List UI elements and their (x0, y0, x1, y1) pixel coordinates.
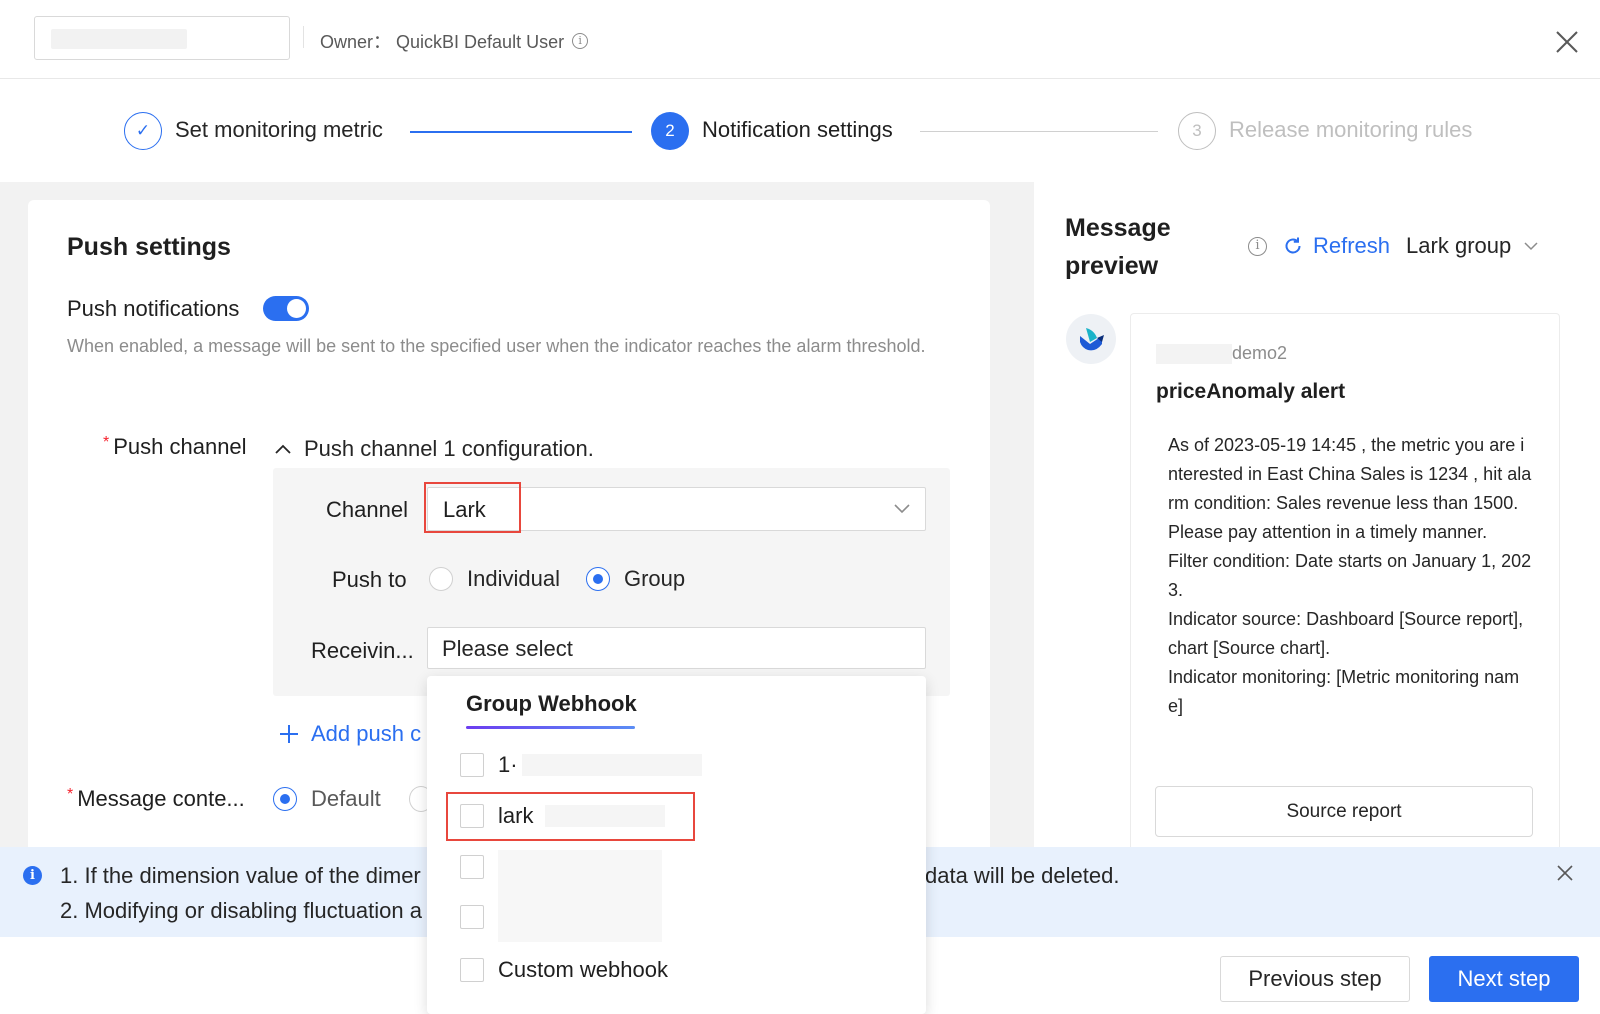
message-content-radio-default[interactable]: Default (273, 786, 381, 812)
notice-line-1-end: data will be deleted. (925, 863, 1120, 888)
push-channel-config-label: Push channel 1 configuration. (304, 436, 594, 461)
step-connector-2 (920, 131, 1158, 132)
message-content-label: * Message conte... (67, 786, 245, 812)
stepper: ✓ Set monitoring metric 2 Notification s… (0, 80, 1600, 182)
notice-line-2: 2. Modifying or disabling fluctuation a (60, 898, 422, 923)
dropdown-item-label: Custom webhook (498, 957, 668, 982)
dialog-header: Owner： QuickBI Default User i (0, 0, 1600, 79)
preview-channel-select[interactable]: Lark group (1406, 233, 1511, 259)
lark-logo-icon (1080, 328, 1104, 351)
receiving-label: Receivin... (311, 638, 414, 663)
radio-default[interactable] (273, 787, 297, 811)
step-3-number: 3 (1178, 112, 1216, 150)
push-settings-title: Push settings (67, 233, 231, 261)
chevron-down-icon (894, 504, 910, 514)
message-preview-title: Message preview (1065, 214, 1171, 280)
dropdown-item[interactable] (460, 855, 498, 879)
receiving-select[interactable]: Please select (427, 627, 926, 669)
sender-name: demo2 (1156, 343, 1287, 364)
checkbox[interactable] (460, 958, 484, 982)
info-icon: i (23, 866, 42, 885)
dropdown-item[interactable]: 1· (460, 752, 702, 778)
message-content-label-text: Message conte... (77, 786, 245, 811)
highlight-box-lark-item (446, 792, 695, 841)
info-icon[interactable]: i (572, 33, 589, 49)
previous-step-button[interactable]: Previous step (1220, 956, 1410, 1002)
receiving-placeholder: Please select (442, 636, 573, 661)
next-step-button[interactable]: Next step (1429, 956, 1579, 1002)
info-icon[interactable]: i (1248, 236, 1267, 256)
redacted-items (498, 850, 662, 942)
step-connector-1 (410, 131, 632, 133)
checkbox[interactable] (460, 753, 484, 777)
highlight-box-channel (424, 482, 521, 533)
radio-individual-label[interactable]: Individual (467, 566, 560, 592)
step-2-number: 2 (651, 112, 689, 150)
alert-body-line: Indicator monitoring: [Metric monitoring… (1168, 667, 1520, 716)
add-push-label: Add push c (311, 721, 422, 746)
close-icon[interactable] (1556, 864, 1574, 882)
redacted-label (521, 754, 702, 776)
radio-individual[interactable] (429, 567, 453, 591)
push-channel-label-text: Push channel (113, 434, 247, 459)
alert-body-line: As of 2023-05-19 14:45 , the metric you … (1168, 435, 1532, 542)
push-to-label: Push to (332, 567, 407, 592)
step-1-label: Set monitoring metric (175, 117, 383, 142)
redacted-name (51, 29, 187, 49)
radio-group-label[interactable]: Group (624, 566, 685, 592)
step-3-label: Release monitoring rules (1229, 117, 1473, 142)
push-to-radio-group: Individual Group (429, 566, 685, 592)
radio-default-label: Default (311, 786, 381, 811)
checkbox[interactable] (460, 855, 484, 879)
channel-label: Channel (326, 497, 408, 522)
chevron-up-icon (275, 444, 291, 454)
required-mark: * (103, 434, 110, 451)
preview-toolbar: i Refresh Lark group (1248, 233, 1539, 259)
dropdown-item-label: 1· (498, 752, 518, 777)
alert-body-line: Filter condition: Date starts on January… (1168, 551, 1532, 600)
refresh-button[interactable]: Refresh (1313, 233, 1390, 259)
push-notifications-label: Push notifications (67, 296, 240, 321)
push-channel-label: * Push channel (103, 434, 247, 460)
alert-body-line: Indicator source: Dashboard [Source repo… (1168, 609, 1524, 658)
owner-text: Owner： QuickBI Default User (320, 32, 565, 52)
push-notifications-description: When enabled, a message will be sent to … (67, 336, 926, 356)
source-report-button[interactable]: Source report (1155, 786, 1533, 837)
step-2-label: Notification settings (702, 117, 893, 142)
alert-title: priceAnomaly alert (1156, 380, 1346, 403)
plus-icon (280, 725, 298, 743)
header-divider (303, 26, 304, 48)
push-channel-collapse[interactable]: Push channel 1 configuration. (274, 436, 594, 462)
add-push-channel-button[interactable]: Add push c (279, 721, 429, 747)
lark-bot-avatar (1066, 314, 1116, 364)
alert-body: As of 2023-05-19 14:45 , the metric you … (1168, 431, 1534, 721)
toggle-knob (287, 299, 306, 318)
radio-group[interactable] (585, 567, 610, 591)
checkbox[interactable] (460, 905, 484, 929)
tab-active-indicator (466, 726, 635, 729)
required-mark: * (67, 786, 74, 803)
monitor-name-input[interactable] (34, 16, 290, 60)
push-notifications-toggle[interactable] (263, 296, 309, 321)
dropdown-item[interactable]: Custom webhook (460, 957, 668, 983)
sender-suffix: demo2 (1232, 343, 1288, 363)
close-icon[interactable] (1553, 28, 1581, 56)
tab-group-webhook[interactable]: Group Webhook (466, 691, 637, 717)
chevron-down-icon[interactable] (1523, 240, 1539, 252)
redacted-sender (1156, 343, 1232, 364)
refresh-icon[interactable] (1283, 236, 1303, 256)
dropdown-item[interactable] (460, 905, 498, 929)
notice-line-1-start: 1. If the dimension value of the dimer (60, 863, 421, 888)
step-1-check-icon: ✓ (124, 112, 162, 150)
owner-info: Owner： QuickBI Default User i (320, 28, 589, 54)
